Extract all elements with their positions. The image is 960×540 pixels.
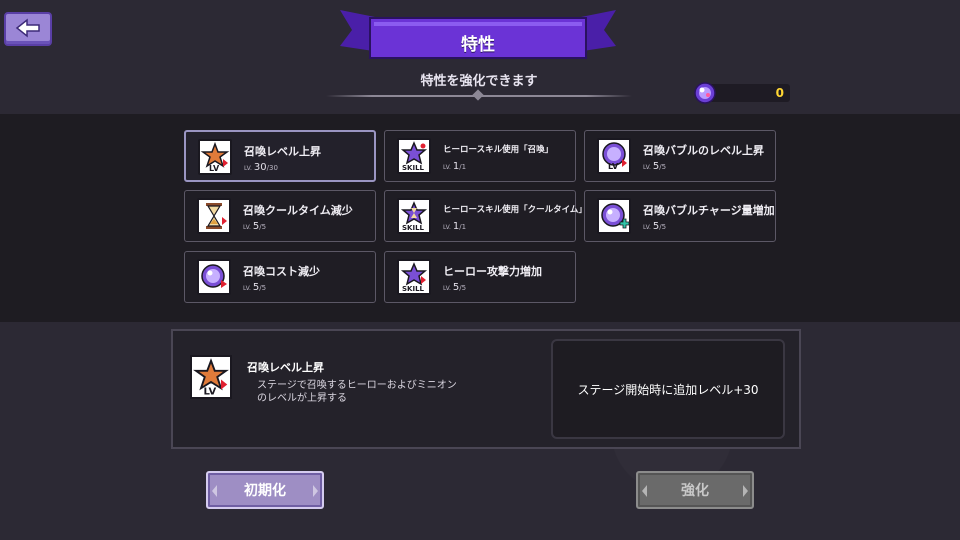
hourglass-icon [197, 198, 231, 234]
chevron-right-icon [743, 485, 748, 497]
level-max: /5 [659, 163, 667, 171]
svg-text:SKILL: SKILL [402, 285, 425, 293]
trait-name: 召喚レベル上昇 [244, 145, 321, 158]
trait-level: LV. 30/30 [244, 162, 278, 173]
trait-level: LV. 5/5 [243, 282, 266, 293]
skill-icon: SKILL [397, 138, 431, 174]
svg-text:SKILL: SKILL [402, 164, 425, 172]
trait-level: LV. 1/1 [443, 221, 466, 232]
trait-name: 召喚バブルチャージ量増加 [643, 204, 775, 217]
bubble-level-icon: LV [597, 138, 631, 174]
chevron-left-icon [642, 485, 647, 497]
back-arrow-icon [15, 18, 40, 38]
summon-cost-icon [197, 259, 231, 295]
detail-trait-name: 召喚レベル上昇 [247, 361, 324, 374]
trait-name: 召喚バブルのレベル上昇 [643, 144, 764, 157]
skill-cooldown-icon: SKILL [397, 198, 431, 234]
level-max: /5 [459, 284, 467, 292]
skill-attack-icon: SKILL [397, 259, 431, 295]
trait-level: LV. 1/1 [443, 161, 466, 172]
trait-card-bubble-level[interactable]: LV 召喚バブルのレベル上昇 LV. 5/5 [584, 130, 776, 182]
summon-level-icon: LV [190, 355, 232, 399]
trait-card-summon-cost[interactable]: 召喚コスト減少 LV. 5/5 [184, 251, 376, 303]
level-tag: LV. [443, 285, 451, 292]
level-tag: LV. [243, 224, 251, 231]
svg-text:LV: LV [209, 164, 220, 173]
trait-card-bubble-charge[interactable]: 召喚バブルチャージ量増加 LV. 5/5 [584, 190, 776, 242]
enhance-button-label: 強化 [681, 483, 709, 499]
detail-effect-text: ステージ開始時に追加レベル+30 [577, 383, 759, 397]
trait-detail-panel: LV 召喚レベル上昇 ステージで召喚するヒーローおよびミニオンのレベルが上昇する… [171, 329, 801, 449]
level-tag: LV. [643, 224, 651, 231]
svg-text:LV: LV [204, 387, 217, 398]
svg-text:LV: LV [608, 162, 619, 171]
bubble-charge-icon [597, 198, 631, 234]
level-tag: LV. [443, 164, 451, 171]
reset-button[interactable]: 初期化 [206, 471, 324, 509]
title-banner: 特性 [340, 8, 616, 64]
trait-level: LV. 5/5 [643, 161, 666, 172]
trait-name: ヒーロースキル使用「クールタイム」 [443, 205, 587, 215]
currency-value: 0 [775, 86, 784, 100]
trait-card-skill-cooldown[interactable]: SKILL ヒーロースキル使用「クールタイム」 LV. 1/1 [384, 190, 587, 242]
back-button[interactable] [4, 12, 52, 46]
summon-level-icon: LV [198, 139, 232, 175]
detail-description: ステージで召喚するヒーローおよびミニオンのレベルが上昇する [257, 380, 457, 404]
level-max: /1 [459, 163, 467, 171]
level-tag: LV. [443, 224, 451, 231]
level-max: /30 [266, 164, 278, 172]
level-max: /1 [459, 223, 467, 231]
enhance-button[interactable]: 強化 [636, 471, 754, 509]
level-max: /5 [659, 223, 667, 231]
trait-card-skill-summon[interactable]: SKILL ヒーロースキル使用「召喚」 LV. 1/1 [384, 130, 576, 182]
currency-bar: 0 [704, 84, 790, 102]
page-title: 特性 [461, 35, 495, 55]
svg-text:SKILL: SKILL [402, 224, 425, 232]
level-tag: LV. [243, 285, 251, 292]
level-tag: LV. [643, 164, 651, 171]
trait-level: LV. 5/5 [443, 282, 466, 293]
level-tag: LV. [244, 165, 252, 172]
trait-name: ヒーロースキル使用「召喚」 [443, 145, 554, 155]
bubble-icon [694, 82, 716, 104]
trait-card-hero-attack[interactable]: SKILL ヒーロー攻撃力増加 LV. 5/5 [384, 251, 576, 303]
trait-level: LV. 5/5 [643, 221, 666, 232]
level-max: /5 [259, 223, 267, 231]
chevron-right-icon [313, 485, 318, 497]
currency-display: 0 [694, 82, 794, 104]
level-value: 30 [253, 162, 267, 173]
trait-name: 召喚クールタイム減少 [243, 204, 353, 217]
detail-effect-box: ステージ開始時に追加レベル+30 [551, 339, 785, 439]
reset-button-label: 初期化 [244, 483, 286, 499]
chevron-left-icon [212, 485, 217, 497]
trait-name: 召喚コスト減少 [243, 265, 320, 278]
trait-level: LV. 5/5 [243, 221, 266, 232]
level-max: /5 [259, 284, 267, 292]
page-subtitle: 特性を強化できます [420, 74, 538, 89]
trait-card-summon-level[interactable]: LV 召喚レベル上昇 LV. 30/30 [184, 130, 376, 182]
trait-card-summon-cooldown[interactable]: 召喚クールタイム減少 LV. 5/5 [184, 190, 376, 242]
trait-name: ヒーロー攻撃力増加 [443, 265, 542, 278]
